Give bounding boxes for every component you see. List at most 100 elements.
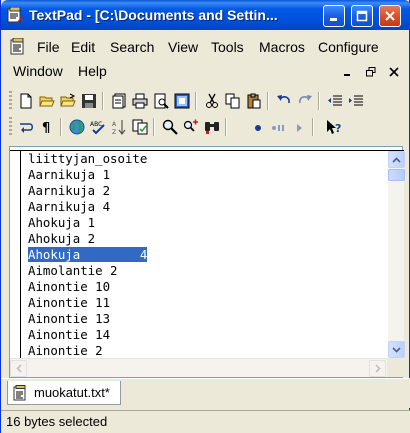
paste-button[interactable] bbox=[245, 92, 263, 110]
save-icon bbox=[82, 94, 96, 108]
open-folder-button[interactable] bbox=[59, 92, 77, 110]
chevron-up-icon bbox=[392, 156, 401, 163]
copy-button[interactable] bbox=[224, 92, 242, 110]
toolbar-grip[interactable] bbox=[9, 117, 12, 137]
svg-text:Z: Z bbox=[112, 129, 116, 135]
indent-icon bbox=[349, 95, 363, 106]
text-line[interactable]: Ainontie 14 bbox=[28, 327, 384, 343]
find-next-button[interactable] bbox=[182, 118, 200, 136]
new-icon bbox=[20, 93, 32, 109]
menu-macros[interactable]: Macros bbox=[259, 39, 305, 55]
pause-macro-button[interactable] bbox=[269, 118, 287, 136]
new-button[interactable] bbox=[17, 92, 35, 110]
paste-icon bbox=[247, 93, 261, 109]
editor-pane[interactable]: liittyjan_osoite Aarnikuja 1 Aarnikuja 2… bbox=[9, 146, 405, 378]
cut-button[interactable] bbox=[203, 92, 221, 110]
document-menu-icon[interactable] bbox=[9, 38, 27, 56]
open-folder-icon bbox=[60, 93, 76, 107]
context-help-button[interactable]: ? bbox=[325, 118, 343, 136]
text-line[interactable]: Aarnikuja 4 bbox=[28, 199, 384, 215]
text-line[interactable]: Ahokuja 1 bbox=[28, 215, 384, 231]
document-properties-button[interactable] bbox=[173, 92, 191, 110]
text-area[interactable]: liittyjan_osoite Aarnikuja 1 Aarnikuja 2… bbox=[28, 151, 384, 361]
word-wrap-button[interactable] bbox=[17, 118, 35, 136]
print-button[interactable] bbox=[131, 92, 149, 110]
text-line[interactable]: Ahokuja 2 bbox=[28, 231, 384, 247]
svg-text:?: ? bbox=[335, 122, 341, 135]
outdent-button[interactable] bbox=[326, 92, 344, 110]
svg-text:¶: ¶ bbox=[42, 121, 50, 135]
spelling-button[interactable]: ABC bbox=[89, 118, 107, 136]
selected-text-line[interactable]: Ahokuja 4 bbox=[28, 247, 384, 263]
save-all-button[interactable] bbox=[110, 92, 128, 110]
redo-button[interactable] bbox=[296, 92, 314, 110]
compare-button[interactable] bbox=[131, 118, 149, 136]
mdi-restore-button[interactable] bbox=[364, 65, 378, 79]
find-next-icon bbox=[183, 119, 198, 132]
toolbar-grip[interactable] bbox=[9, 91, 12, 111]
print-preview-icon bbox=[154, 93, 169, 109]
spell-doc-icon bbox=[174, 93, 190, 109]
text-line[interactable]: Ainontie 13 bbox=[28, 311, 384, 327]
find-button[interactable] bbox=[161, 118, 179, 136]
menu-window[interactable]: Window bbox=[13, 63, 63, 79]
toolbar-separator bbox=[267, 92, 269, 110]
maximize-button[interactable] bbox=[351, 5, 373, 27]
text-line[interactable]: Aarnikuja 2 bbox=[28, 183, 384, 199]
toolbar-separator bbox=[195, 92, 197, 110]
find-icon bbox=[162, 119, 178, 135]
web-button[interactable] bbox=[68, 118, 86, 136]
text-line[interactable]: Aimolantie 2 bbox=[28, 263, 384, 279]
save-button[interactable] bbox=[80, 92, 98, 110]
menu-view[interactable]: View bbox=[168, 39, 198, 55]
cut-icon bbox=[206, 93, 218, 108]
pause-macro-icon bbox=[272, 125, 284, 131]
sort-button[interactable]: AZ bbox=[110, 118, 128, 136]
menu-configure[interactable]: Configure bbox=[318, 39, 379, 55]
horizontal-scrollbar[interactable] bbox=[10, 358, 387, 377]
mdi-minimize-button[interactable] bbox=[341, 65, 355, 79]
word-wrap-icon bbox=[20, 123, 33, 133]
text-line[interactable]: Ainontie 2 bbox=[28, 343, 384, 359]
chevron-left-icon bbox=[15, 364, 22, 373]
text-line[interactable]: liittyjan_osoite bbox=[28, 151, 384, 167]
scroll-right-button[interactable] bbox=[369, 360, 386, 377]
textpad-app-icon[interactable] bbox=[7, 7, 23, 23]
print-preview-button[interactable] bbox=[152, 92, 170, 110]
outdent-icon bbox=[328, 95, 342, 106]
scroll-left-button[interactable] bbox=[10, 360, 27, 377]
title-bar[interactable]: TextPad - [C:\Documents and Settin... bbox=[1, 0, 410, 30]
mdi-close-button[interactable] bbox=[387, 65, 401, 79]
minimize-button[interactable] bbox=[323, 5, 345, 27]
find-in-files-button[interactable] bbox=[203, 118, 221, 136]
menu-search[interactable]: Search bbox=[110, 39, 154, 55]
scroll-up-button[interactable] bbox=[388, 151, 405, 168]
undo-button[interactable] bbox=[275, 92, 293, 110]
show-paragraph-button[interactable]: ¶ bbox=[38, 118, 56, 136]
spelling-icon: ABC bbox=[90, 121, 105, 135]
chevron-down-icon bbox=[392, 346, 401, 353]
menu-edit[interactable]: Edit bbox=[71, 39, 95, 55]
text-line[interactable]: Ainontie 11 bbox=[28, 295, 384, 311]
close-button[interactable] bbox=[379, 5, 401, 27]
text-line[interactable]: Ainontie 10 bbox=[28, 279, 384, 295]
text-selection[interactable]: Ahokuja 4 bbox=[28, 247, 148, 262]
chevron-right-icon bbox=[374, 364, 381, 373]
menu-file[interactable]: File bbox=[37, 39, 60, 55]
document-tab[interactable]: muokatut.txt* bbox=[7, 381, 121, 405]
status-bar: 16 bytes selected bbox=[1, 410, 410, 433]
toolbar-separator bbox=[225, 118, 227, 136]
record-macro-button[interactable] bbox=[249, 118, 267, 136]
menu-help[interactable]: Help bbox=[78, 63, 107, 79]
indent-button[interactable] bbox=[347, 92, 365, 110]
text-line[interactable]: Aarnikuja 1 bbox=[28, 167, 384, 183]
open-button[interactable] bbox=[38, 92, 56, 110]
document-tabstrip: muokatut.txt* bbox=[1, 378, 410, 408]
play-macro-button[interactable] bbox=[290, 118, 308, 136]
menu-tools[interactable]: Tools bbox=[211, 39, 244, 55]
vertical-scrollbar[interactable] bbox=[387, 151, 405, 358]
scroll-down-button[interactable] bbox=[388, 341, 405, 358]
sort-icon: AZ bbox=[112, 120, 126, 135]
scroll-thumb[interactable] bbox=[388, 169, 405, 181]
toolbar-separator bbox=[312, 118, 314, 136]
